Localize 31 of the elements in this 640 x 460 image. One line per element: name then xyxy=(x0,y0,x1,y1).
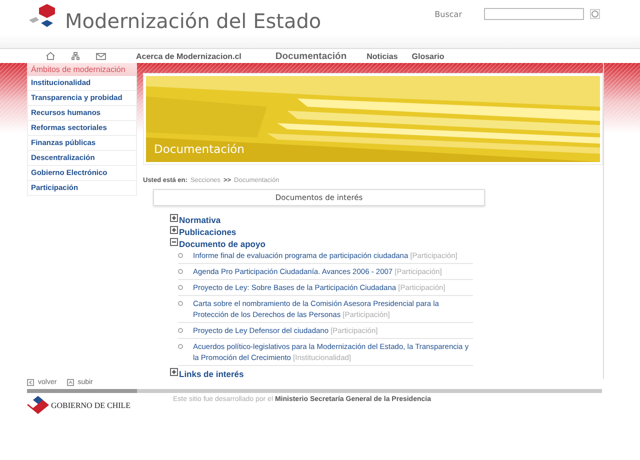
section-link[interactable]: Documento de apoyo xyxy=(179,238,266,248)
nav-link[interactable]: Documentación xyxy=(275,50,347,62)
bullet-icon xyxy=(178,253,183,258)
nav-link[interactable]: Acerca de Modernizacion.cl xyxy=(136,52,242,60)
bullet-icon xyxy=(178,269,183,274)
government-logo-text: GOBIERNO DE CHILE xyxy=(51,400,131,410)
nav-link[interactable]: Noticias xyxy=(366,52,398,60)
search-button[interactable] xyxy=(590,9,600,19)
bullet-icon xyxy=(178,328,183,333)
up-arrow-icon xyxy=(66,379,74,386)
site-title: Modernización del Estado xyxy=(65,8,322,34)
collapse-icon[interactable] xyxy=(170,238,178,246)
section-link[interactable]: Publicaciones xyxy=(179,226,236,236)
home-icon[interactable] xyxy=(46,52,55,60)
bullet-icon xyxy=(178,301,183,306)
banner-title: Documentación xyxy=(154,142,244,156)
search-label: Buscar xyxy=(434,10,462,18)
expand-icon[interactable] xyxy=(170,368,178,376)
search-field[interactable] xyxy=(484,8,584,20)
section-link[interactable]: Links de interés xyxy=(179,368,244,378)
nav-link[interactable]: Glosario xyxy=(412,52,444,60)
expand-icon[interactable] xyxy=(170,214,178,222)
sitemap-icon[interactable] xyxy=(71,52,80,60)
bullet-icon xyxy=(178,285,183,290)
sidebar-title: Ámbitos de modernización xyxy=(27,63,137,76)
bullet-icon xyxy=(178,344,183,349)
back-arrow-icon xyxy=(27,379,34,386)
expand-icon[interactable] xyxy=(170,226,178,234)
section-link[interactable]: Normativa xyxy=(179,214,221,224)
mail-icon[interactable] xyxy=(96,52,106,60)
emblem-icon xyxy=(27,396,49,414)
